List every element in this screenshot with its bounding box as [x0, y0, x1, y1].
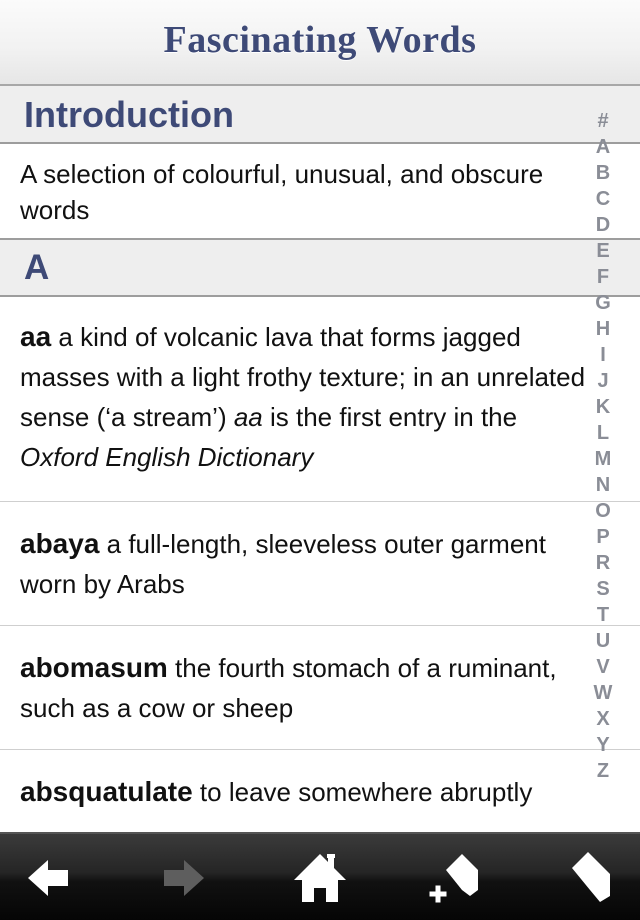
section-header-label: A [24, 248, 50, 287]
index-letter-d[interactable]: D [596, 212, 610, 238]
index-letter-j[interactable]: J [597, 368, 608, 394]
index-letter-l[interactable]: L [597, 420, 609, 446]
entry-definition: to leave somewhere abruptly [192, 777, 533, 807]
bookmark-add-icon [429, 854, 478, 903]
entry-definition: a full-length, sleeveless outer garment … [20, 529, 546, 599]
index-letter-f[interactable]: F [597, 264, 609, 290]
list-item-absquatulate[interactable]: absquatulate to leave somewhere abruptly [0, 750, 640, 832]
app-title: Fascinating Words [163, 19, 477, 61]
entry-definition-italic: aa [233, 402, 263, 432]
index-letter-u[interactable]: U [596, 628, 610, 654]
arrow-left-icon [28, 860, 68, 896]
index-letter-s[interactable]: S [596, 576, 609, 602]
title-bar: Fascinating Words [0, 0, 640, 86]
entry-definition-italic: Oxford English Dictionary [20, 442, 314, 472]
section-header-label: Introduction [24, 94, 234, 135]
word-list[interactable]: Introduction A selection of colourful, u… [0, 86, 640, 832]
index-letter-y[interactable]: Y [596, 732, 609, 758]
list-item-aa[interactable]: aa a kind of volcanic lava that forms ja… [0, 297, 640, 502]
index-letter-k[interactable]: K [596, 394, 610, 420]
add-bookmark-button[interactable] [416, 842, 496, 914]
index-letter-m[interactable]: M [595, 446, 612, 472]
index-letter-t[interactable]: T [597, 602, 609, 628]
index-letter-g[interactable]: G [595, 290, 611, 316]
list-item-abaya[interactable]: abaya a full-length, sleeveless outer ga… [0, 502, 640, 626]
index-letter-z[interactable]: Z [597, 758, 609, 784]
index-letter-v[interactable]: V [596, 654, 609, 680]
index-letter-c[interactable]: C [596, 186, 610, 212]
index-letter-o[interactable]: O [595, 498, 611, 524]
alphabet-index[interactable]: # A B C D E F G H I J K L M N O P R S T U V W X Y Z [588, 108, 618, 784]
index-letter-h[interactable]: H [596, 316, 610, 342]
entry-text: abaya a full-length, sleeveless outer ga… [20, 524, 590, 604]
index-letter-p[interactable]: P [596, 524, 609, 550]
home-icon [294, 854, 346, 902]
bookmark-icon [572, 852, 610, 902]
bottom-toolbar [0, 832, 640, 920]
section-header-a: A [0, 238, 640, 297]
home-button[interactable] [280, 842, 360, 914]
bookmarks-button[interactable] [552, 842, 632, 914]
index-letter-i[interactable]: I [600, 342, 606, 368]
entry-text: abomasum the fourth stomach of a ruminan… [20, 648, 590, 728]
introduction-text: A selection of colourful, unusual, and o… [20, 159, 544, 225]
entry-text: aa a kind of volcanic lava that forms ja… [20, 317, 590, 477]
index-letter-w[interactable]: W [594, 680, 613, 706]
back-button[interactable] [8, 842, 88, 914]
forward-button[interactable] [144, 842, 224, 914]
entry-text: absquatulate to leave somewhere abruptly [20, 772, 620, 812]
section-header-introduction: Introduction [0, 86, 640, 144]
index-letter-n[interactable]: N [596, 472, 610, 498]
index-letter-b[interactable]: B [596, 160, 610, 186]
entry-word: aa [20, 321, 52, 352]
index-letter-e[interactable]: E [596, 238, 609, 264]
index-letter-a[interactable]: A [596, 134, 610, 160]
index-letter-x[interactable]: X [596, 706, 609, 732]
index-letter-r[interactable]: R [596, 550, 610, 576]
entry-word: absquatulate [20, 776, 193, 807]
list-item-abomasum[interactable]: abomasum the fourth stomach of a ruminan… [0, 626, 640, 750]
arrow-right-icon [164, 860, 204, 896]
entry-definition: is the first entry in the [262, 402, 518, 432]
entry-word: abaya [20, 528, 100, 559]
entry-word: abomasum [20, 652, 168, 683]
index-letter-hash[interactable]: # [597, 108, 608, 134]
